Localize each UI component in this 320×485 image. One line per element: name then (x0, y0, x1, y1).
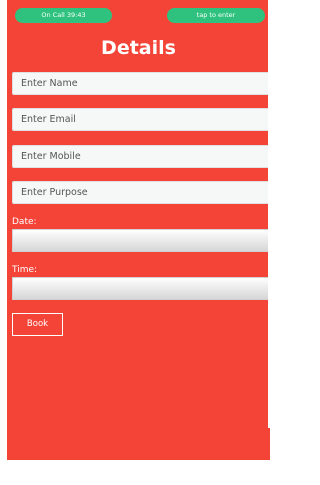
page-title: Details (101, 37, 176, 59)
mobile-field[interactable]: Enter Mobile (12, 145, 270, 168)
on-call-pill[interactable]: On Call 39:43 (15, 8, 112, 23)
time-picker[interactable] (12, 277, 270, 300)
book-button[interactable]: Book (12, 313, 63, 336)
name-field[interactable]: Enter Name (12, 72, 270, 95)
email-field[interactable]: Enter Email (12, 108, 270, 131)
purpose-field[interactable]: Enter Purpose (12, 181, 270, 204)
time-label: Time: (12, 265, 38, 275)
app-screen: On Call 39:43 tap to enter Details Enter… (7, 0, 270, 460)
date-picker[interactable] (12, 229, 270, 252)
right-edge-strip (268, 0, 270, 428)
date-label: Date: (12, 217, 37, 227)
tap-to-enter-pill[interactable]: tap to enter (167, 8, 265, 23)
